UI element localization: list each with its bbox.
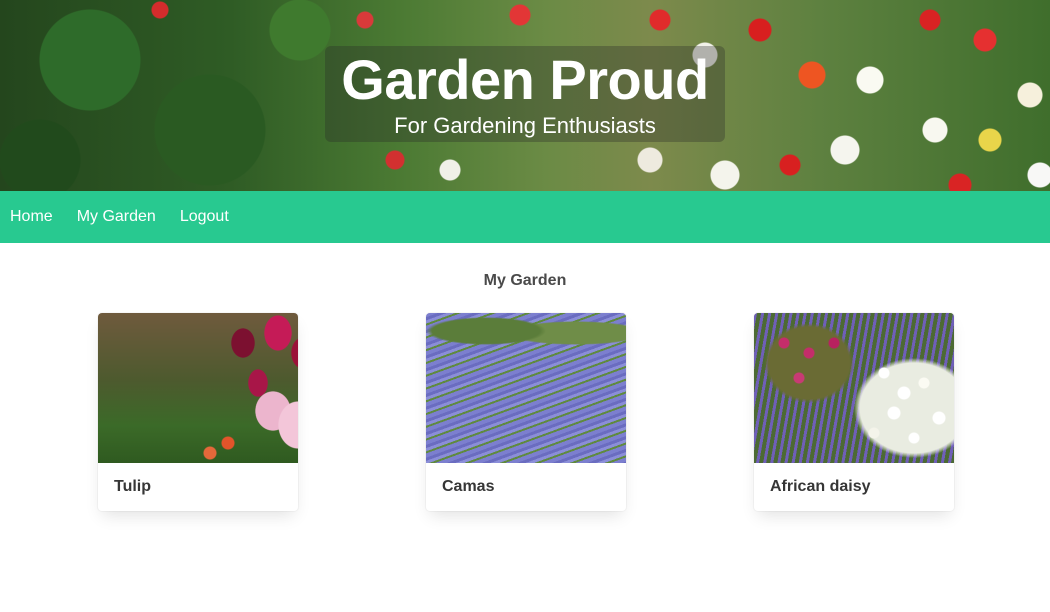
plant-card-name: African daisy	[770, 478, 871, 495]
site-subtitle: For Gardening Enthusiasts	[394, 113, 656, 138]
plant-card-tulip[interactable]: Tulip	[98, 313, 298, 511]
plant-card-name: Tulip	[114, 478, 152, 495]
plant-card-list: Tulip Camas African daisy	[0, 313, 1050, 543]
plant-card-african-daisy[interactable]: African daisy	[754, 313, 954, 511]
african-daisy-image	[754, 313, 954, 463]
hero-banner: Garden Proud For Gardening Enthusiasts	[0, 0, 1050, 191]
tulip-image	[98, 313, 298, 463]
site-title: Garden Proud	[341, 48, 709, 111]
camas-image	[426, 313, 626, 463]
plant-card-camas[interactable]: Camas	[426, 313, 626, 511]
nav-home[interactable]: Home	[0, 208, 65, 226]
page-title: My Garden	[483, 272, 567, 289]
main-content: My Garden Tulip Camas African daisy	[0, 271, 1050, 543]
nav-logout[interactable]: Logout	[170, 208, 241, 226]
main-navbar: Home My Garden Logout	[0, 191, 1050, 243]
nav-my-garden[interactable]: My Garden	[67, 208, 168, 226]
plant-card-name: Camas	[442, 478, 495, 495]
hero-title-box: Garden Proud For Gardening Enthusiasts	[325, 46, 725, 142]
